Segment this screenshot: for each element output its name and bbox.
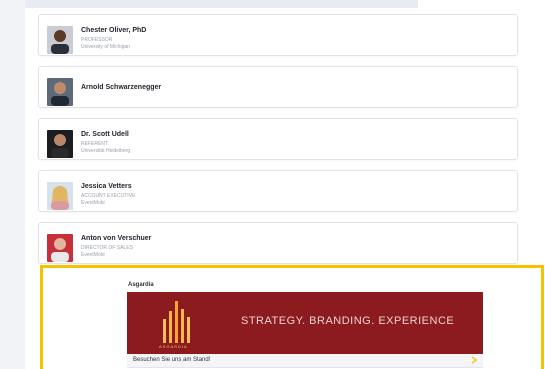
speaker-card[interactable]: Arnold Schwarzenegger [38,66,518,108]
speaker-card[interactable]: Chester Oliver, PhD PROFESSOR University… [38,14,518,56]
speaker-avatar [47,26,73,54]
speaker-name: Jessica Vetters [81,183,132,190]
sponsor-name: Asgardia [128,282,154,288]
speaker-card[interactable]: Dr. Scott Udell REFERENT Universität Hei… [38,118,518,160]
visit-booth-link[interactable]: Besuchen Sie uns am Stand! [127,354,483,368]
cta-label: Besuchen Sie uns am Stand! [133,357,211,363]
banner-tagline: STRATEGY. BRANDING. EXPERIENCE [241,315,455,327]
speaker-card[interactable]: Anton von Verschuer DIRECTOR OF SALES Ev… [38,222,518,264]
speaker-org: University of Michigan [81,44,130,50]
header-band [0,0,418,8]
speaker-avatar [47,182,73,210]
sponsor-card[interactable]: Asgardia ASGARDIA STRATEGY. BRANDING. EX… [40,265,544,369]
speaker-title: ACCOUNT EXECUTIVE [81,193,136,199]
speaker-org: EventMobi [81,252,105,258]
speaker-card[interactable]: Jessica Vetters ACCOUNT EXECUTIVE EventM… [38,170,518,212]
speaker-title: DIRECTOR OF SALES [81,245,133,251]
sidebar-band [0,0,25,369]
speaker-title: PROFESSOR [81,37,113,43]
asgardia-logo-icon [163,301,190,343]
speaker-name: Chester Oliver, PhD [81,27,147,34]
speaker-name: Arnold Schwarzenegger [81,84,162,91]
chevron-right-icon [471,356,477,364]
speaker-name: Dr. Scott Udell [81,131,129,138]
speaker-list: Chester Oliver, PhD PROFESSOR University… [38,14,518,274]
speaker-title: REFERENT [81,141,108,147]
speaker-avatar [47,234,73,262]
speaker-name: Anton von Verschuer [81,235,152,242]
speaker-avatar [47,130,73,158]
logo-text: ASGARDIA [159,344,188,349]
speaker-avatar [47,78,73,106]
speaker-org: Universität Heidelberg [81,148,131,154]
speaker-org: EventMobi [81,200,105,206]
sponsor-banner[interactable]: ASGARDIA STRATEGY. BRANDING. EXPERIENCE [127,292,483,354]
